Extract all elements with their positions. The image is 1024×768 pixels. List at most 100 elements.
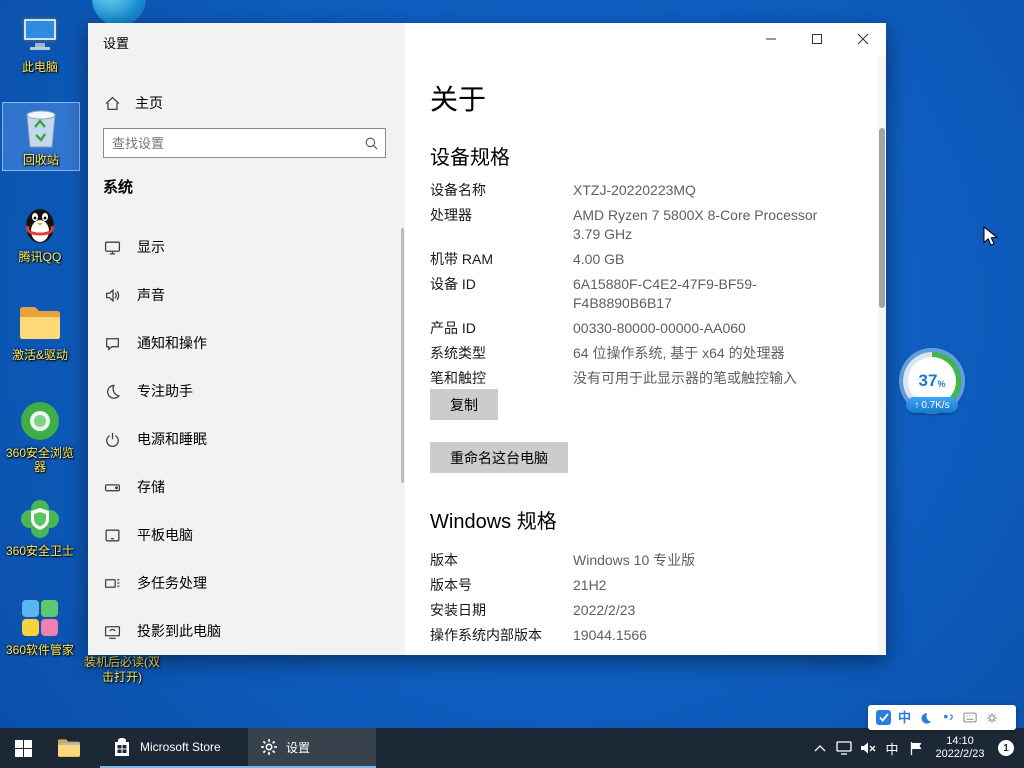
sidebar-scrollbar[interactable] bbox=[401, 228, 404, 483]
spec-row: 设备 ID6A15880F-C4E2-47F9-BF59-F4B8890B6B1… bbox=[430, 275, 846, 313]
sidebar-item-sound[interactable]: 声音 bbox=[88, 271, 405, 319]
sidebar-item-display[interactable]: 显示 bbox=[88, 223, 405, 271]
desktop-icon-360-browser[interactable]: 360安全浏览器 bbox=[2, 396, 78, 477]
taskbar-item-microsoft-store[interactable]: Microsoft Store bbox=[100, 728, 248, 768]
device-spec-heading: 设备规格 bbox=[430, 141, 510, 170]
this-pc-icon bbox=[18, 13, 62, 57]
desktop-icon-label: 此电脑 bbox=[22, 60, 58, 74]
ime-keyboard-icon[interactable] bbox=[962, 710, 977, 725]
ime-punctuation-icon[interactable] bbox=[940, 710, 955, 725]
speaker-icon bbox=[104, 287, 121, 304]
sidebar-items: 显示 声音 通知和操作 专注助手 电源和睡眠 bbox=[88, 223, 405, 655]
spec-row: 产品 ID00330-80000-00000-AA060 bbox=[430, 319, 846, 338]
desktop: 此电脑 回收站 腾讯QQ 激活&驱动 360安全浏览器 360安全卫士 bbox=[0, 0, 1024, 768]
minimize-button[interactable] bbox=[748, 23, 794, 55]
home-icon bbox=[104, 95, 121, 112]
ime-toolbar: 中 bbox=[868, 705, 1016, 730]
tray-time: 14:10 bbox=[946, 735, 974, 748]
gear-icon bbox=[260, 738, 278, 756]
action-center-button[interactable]: 1 bbox=[992, 728, 1020, 768]
desktop-icon-label: 360安全卫士 bbox=[6, 544, 74, 558]
desktop-icon-tencent-qq[interactable]: 腾讯QQ bbox=[2, 200, 78, 267]
multitask-icon bbox=[104, 575, 121, 592]
sidebar-item-power-sleep[interactable]: 电源和睡眠 bbox=[88, 415, 405, 463]
search-input[interactable] bbox=[104, 136, 357, 151]
desktop-icon-this-pc[interactable]: 此电脑 bbox=[2, 10, 78, 77]
sidebar-item-focus-assist[interactable]: 专注助手 bbox=[88, 367, 405, 415]
taskbar-item-label: Microsoft Store bbox=[140, 740, 221, 754]
copy-button[interactable]: 复制 bbox=[430, 389, 498, 420]
window-controls bbox=[748, 23, 886, 55]
sidebar-item-tablet[interactable]: 平板电脑 bbox=[88, 511, 405, 559]
tray-chevron-up-icon[interactable] bbox=[808, 728, 832, 768]
file-explorer-button[interactable] bbox=[46, 728, 92, 768]
home-label: 主页 bbox=[135, 93, 163, 113]
tray-volume-muted-icon[interactable] bbox=[856, 728, 880, 768]
power-icon bbox=[104, 431, 121, 448]
sidebar-item-home[interactable]: 主页 bbox=[96, 85, 396, 121]
sidebar-section-system: 系统 bbox=[103, 176, 133, 197]
taskbar-item-label: 设置 bbox=[286, 739, 310, 756]
spec-row: 设备名称XTZJ-20220223MQ bbox=[430, 181, 846, 200]
windows-spec-heading: Windows 规格 bbox=[430, 505, 557, 534]
desktop-icon-label: 回收站 bbox=[23, 153, 59, 167]
settings-content: 关于 设备规格 设备名称XTZJ-20220223MQ 处理器AMD Ryzen… bbox=[405, 23, 886, 655]
spec-row: 系统类型64 位操作系统, 基于 x64 的处理器 bbox=[430, 344, 846, 363]
spec-row: 安装日期2022/2/23 bbox=[430, 601, 846, 620]
start-button[interactable] bbox=[0, 728, 46, 768]
device-spec-rows: 设备名称XTZJ-20220223MQ 处理器AMD Ryzen 7 5800X… bbox=[430, 181, 846, 394]
tray-flag-icon[interactable] bbox=[904, 728, 928, 768]
ime-language-mode[interactable]: 中 bbox=[898, 710, 911, 725]
ime-logo-icon[interactable] bbox=[876, 710, 891, 725]
sidebar-item-storage[interactable]: 存储 bbox=[88, 463, 405, 511]
settings-sidebar: 设置 主页 系统 显示 声音 bbox=[88, 23, 405, 655]
tray-clock[interactable]: 14:10 2022/2/23 bbox=[928, 728, 992, 768]
close-button[interactable] bbox=[840, 23, 886, 55]
settings-search-box bbox=[103, 128, 386, 158]
360-shield-icon bbox=[18, 497, 62, 541]
desktop-icon-activate-driver[interactable]: 激活&驱动 bbox=[2, 298, 78, 365]
network-speed-pill: ↑ 0.7K/s bbox=[906, 397, 958, 413]
spec-row: 机带 RAM4.00 GB bbox=[430, 250, 846, 269]
microsoft-store-icon bbox=[112, 737, 132, 757]
ime-fullwidth-moon-icon[interactable] bbox=[918, 710, 933, 725]
desktop-icon-360-manager[interactable]: 360软件管家 bbox=[2, 593, 78, 660]
spec-row: 操作系统内部版本19044.1566 bbox=[430, 626, 846, 645]
recycle-bin-icon bbox=[19, 106, 63, 150]
desktop-icon-recycle-bin[interactable]: 回收站 bbox=[2, 102, 80, 171]
tray-date: 2022/2/23 bbox=[936, 748, 985, 761]
spec-row: 笔和触控没有可用于此显示器的笔或触控输入 bbox=[430, 369, 846, 388]
spec-row: 版本Windows 10 专业版 bbox=[430, 551, 846, 570]
tray-network-icon[interactable] bbox=[832, 728, 856, 768]
speed-ball[interactable]: 37% ↑ 0.7K/s bbox=[903, 352, 961, 410]
desktop-icon-label: 腾讯QQ bbox=[19, 250, 62, 264]
notification-count-badge: 1 bbox=[998, 740, 1014, 756]
content-scrollbar-thumb[interactable] bbox=[879, 128, 885, 308]
sidebar-item-notifications[interactable]: 通知和操作 bbox=[88, 319, 405, 367]
spec-row: 版本号21H2 bbox=[430, 576, 846, 595]
taskbar: Microsoft Store 设置 中 14:10 2022/2/23 bbox=[0, 728, 1024, 768]
chat-bubble-icon bbox=[104, 335, 121, 352]
taskbar-item-settings[interactable]: 设置 bbox=[248, 728, 376, 768]
upload-arrow-icon: ↑ bbox=[914, 400, 919, 411]
display-icon bbox=[104, 239, 121, 256]
page-title: 关于 bbox=[430, 78, 486, 118]
sidebar-item-multitasking[interactable]: 多任务处理 bbox=[88, 559, 405, 607]
mouse-cursor bbox=[983, 226, 998, 253]
desktop-icon-label: 激活&驱动 bbox=[12, 348, 68, 362]
desktop-icon-readme-label[interactable]: 装机后必读(双击打开) bbox=[84, 655, 160, 685]
360-pinwheel-icon bbox=[18, 596, 62, 640]
search-icon[interactable] bbox=[357, 136, 385, 151]
desktop-icon-360-safe[interactable]: 360安全卫士 bbox=[2, 494, 78, 561]
maximize-button[interactable] bbox=[794, 23, 840, 55]
rename-pc-button[interactable]: 重命名这台电脑 bbox=[430, 442, 568, 473]
tray-ime-indicator[interactable]: 中 bbox=[880, 728, 904, 768]
desktop-icon-label: 360安全浏览器 bbox=[3, 446, 77, 474]
ime-tools-icon[interactable] bbox=[984, 710, 999, 725]
network-speed-value: 0.7K/s bbox=[921, 400, 949, 411]
tablet-icon bbox=[104, 527, 121, 544]
sidebar-item-projecting[interactable]: 投影到此电脑 bbox=[88, 607, 405, 655]
window-title: 设置 bbox=[103, 33, 129, 52]
drive-icon bbox=[104, 479, 121, 496]
content-scrollbar-track[interactable] bbox=[878, 23, 886, 655]
